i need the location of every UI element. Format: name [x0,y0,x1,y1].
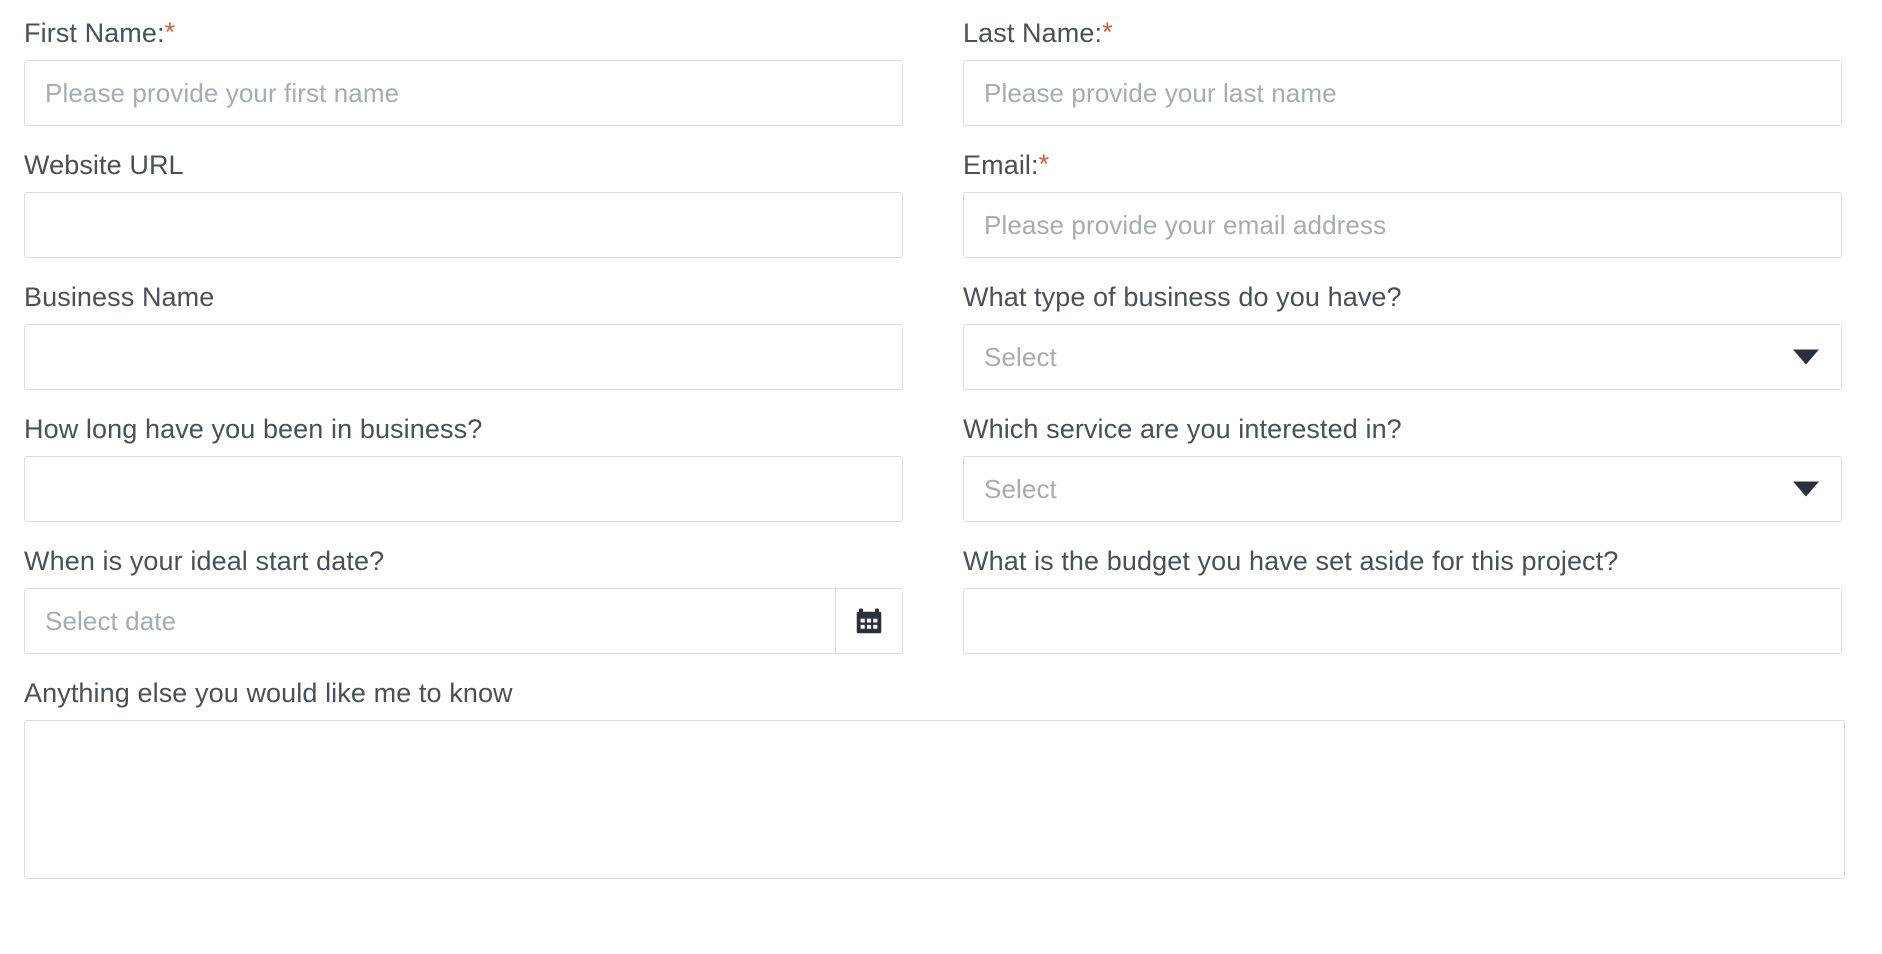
website-url-input[interactable] [24,192,903,259]
last-name-input[interactable]: Please provide your last name [963,60,1842,127]
form-row: How long have you been in business? Whic… [24,414,1845,523]
first-name-placeholder: Please provide your first name [45,77,400,108]
service-interest-label: Which service are you interested in? [963,414,1402,445]
form-row: First Name:* Please provide your first n… [24,17,1845,127]
business-name-label: Business Name [24,282,215,313]
budget-label: What is the budget you have set aside fo… [963,546,1619,577]
last-name-placeholder: Please provide your last name [984,77,1337,108]
required-marker: * [164,17,176,47]
form-row: Anything else you would like me to know [24,678,1845,880]
chevron-down-icon [1793,349,1819,365]
form-field-email: Email:* Please provide your email addres… [963,149,1842,259]
form-field-business-name: Business Name [24,282,903,391]
start-date-group: Select date [24,588,903,655]
first-name-input[interactable]: Please provide your first name [24,60,903,127]
start-date-label: When is your ideal start date? [24,546,385,577]
start-date-input[interactable]: Select date [24,588,835,655]
service-interest-select[interactable]: Select [963,456,1842,523]
budget-input[interactable] [963,588,1842,655]
business-type-label: What type of business do you have? [963,282,1402,313]
form-field-start-date: When is your ideal start date? Select da… [24,546,903,655]
years-in-business-input[interactable] [24,456,903,523]
form-field-service-interest: Which service are you interested in? Sel… [963,414,1842,523]
years-in-business-label: How long have you been in business? [24,414,483,445]
first-name-label: First Name:* [24,17,176,48]
calendar-icon [856,608,882,634]
form-field-first-name: First Name:* Please provide your first n… [24,17,903,127]
business-name-input[interactable] [24,324,903,391]
email-label: Email:* [963,149,1050,181]
form-field-years-in-business: How long have you been in business? [24,414,903,523]
form-field-website-url: Website URL [24,150,903,259]
email-input[interactable]: Please provide your email address [963,192,1842,259]
email-placeholder: Please provide your email address [984,209,1387,240]
form-row: Website URL Email:* Please provide your … [24,149,1845,259]
message-label: Anything else you would like me to know [24,678,513,709]
business-type-select[interactable]: Select [963,324,1842,391]
date-picker-button[interactable] [835,588,903,655]
form-row: When is your ideal start date? Select da… [24,546,1845,655]
business-type-selected-value: Select [984,341,1057,372]
form-field-last-name: Last Name:* Please provide your last nam… [963,17,1842,127]
required-marker: * [1102,17,1113,47]
website-url-label: Website URL [24,150,184,181]
required-marker: * [1038,149,1050,180]
contact-form: First Name:* Please provide your first n… [0,0,1882,880]
form-field-business-type: What type of business do you have? Selec… [963,282,1842,391]
last-name-label: Last Name:* [963,17,1113,48]
start-date-placeholder: Select date [45,605,177,636]
message-textarea[interactable] [24,720,1845,880]
service-interest-selected-value: Select [984,473,1057,504]
form-field-budget: What is the budget you have set aside fo… [963,546,1842,655]
form-field-message: Anything else you would like me to know [24,678,1845,880]
form-row: Business Name What type of business do y… [24,282,1845,391]
chevron-down-icon [1793,481,1819,497]
